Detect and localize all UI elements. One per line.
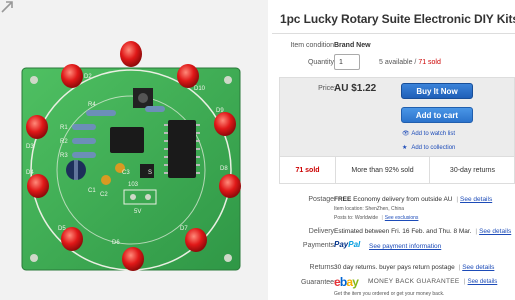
led-d6 [122,247,144,271]
eye-icon: 👁 [402,131,410,137]
add-to-watch-list-link[interactable]: 👁 Add to watch list [402,130,455,137]
condition-label: Item condition: [290,42,336,49]
delivery-text: Estimated between Fri. 16 Feb. and Thu. … [334,228,472,235]
svg-text:C1: C1 [88,188,96,194]
quantity-label: Quantity: [307,59,336,66]
sold-count[interactable]: 71 sold [418,59,441,66]
svg-text:D9: D9 [216,108,224,114]
ic-chip-large [168,120,196,178]
svg-text:R3: R3 [60,153,68,159]
delivery-see-details-link[interactable]: See details [479,228,511,235]
available-count: 5 available / [379,59,417,66]
svg-text:D2: D2 [84,74,92,80]
returns-value: 30 day returns. buyer pays return postag… [334,264,495,271]
money-back-guarantee: MONEY BACK GUARANTEE | See details [368,278,498,285]
postage-see-details-link[interactable]: See details [460,196,492,203]
product-image[interactable]: D2 D10 D3 D4 D5 D6 D7 D8 D9 R1 R2 R3 R4 … [0,0,268,300]
collection-label: Add to collection [411,145,456,151]
postage-free: FREE [334,196,352,203]
svg-text:S: S [148,170,152,176]
condition-value: Brand New [334,42,371,49]
led-d8 [219,174,241,198]
add-to-collection-link[interactable]: ★ Add to collection [402,144,455,151]
guarantee-label: Guarantee: [300,279,336,286]
led-d4 [27,174,49,198]
payments-label: Payments: [302,242,336,249]
led-d2 [61,64,83,88]
pcb-kit-photo: D2 D10 D3 D4 D5 D6 D7 D8 D9 R1 R2 R3 R4 … [21,41,241,271]
expand-arrow-icon[interactable] [0,0,14,14]
led-d7 [185,228,207,252]
price-label: Price: [318,85,336,92]
svg-text:D3: D3 [26,144,34,150]
svg-text:5V: 5V [134,209,141,215]
guarantee-subtext: Get the item you ordered or get your mon… [334,291,445,297]
returns-see-details-link[interactable]: See details [462,264,494,271]
svg-text:D10: D10 [194,86,206,92]
returns-label: Returns: [309,264,336,271]
title-divider [272,33,515,34]
svg-text:C2: C2 [100,192,108,198]
svg-text:C3: C3 [122,170,130,176]
price-value: AU $1.22 [334,83,377,94]
payment-info-link[interactable]: See payment information [369,243,441,250]
svg-text:R4: R4 [88,102,96,108]
availability-text: 5 available / 71 sold [379,59,441,66]
led-d1 [120,41,142,67]
led-d9 [214,112,236,136]
returns-text: 30 day returns. buyer pays return postag… [334,264,455,271]
led-d10 [177,64,199,88]
see-exclusions-link[interactable]: See exclusions [385,215,419,221]
stats-bar: 71 sold More than 92% sold 30-day return… [279,157,515,184]
ic-chip-small [110,127,144,153]
svg-text:D4: D4 [26,170,34,176]
svg-text:D8: D8 [220,166,228,172]
postage-text: Economy delivery from outside AU [353,196,453,203]
paypal-logo: PayPal [334,240,361,249]
delivery-value: Estimated between Fri. 16 Feb. and Thu. … [334,228,512,235]
quantity-input[interactable] [334,54,360,70]
svg-text:D5: D5 [58,226,66,232]
posts-to-row: Posts to: Worldwide | See exclusions [334,215,419,221]
svg-text:R1: R1 [60,125,68,131]
svg-text:D6: D6 [112,240,120,246]
stat-sold: 71 sold [295,167,320,174]
item-location: Item location: ShenZhen, China [334,206,405,212]
postage-label: Postage: [308,196,336,203]
stat-positive: More than 92% sold [335,157,429,184]
svg-text:R2: R2 [60,139,68,145]
svg-text:103: 103 [128,182,139,188]
led-d3 [26,115,48,139]
svg-text:D7: D7 [180,226,188,232]
guarantee-see-details-link[interactable]: See details [468,279,498,285]
postage-value: FREE Economy delivery from outside AU | S… [334,196,493,203]
delivery-label: Delivery: [308,228,336,235]
buy-it-now-button[interactable]: Buy It Now [401,83,473,99]
listing-title: 1pc Lucky Rotary Suite Electronic DIY Ki… [280,12,515,26]
stat-returns: 30-day returns [429,157,515,184]
add-to-cart-button[interactable]: Add to cart [401,107,473,123]
ebay-logo: ebay [334,275,359,289]
watch-list-label: Add to watch list [411,131,456,137]
posts-to: Posts to: Worldwide [334,215,379,221]
star-icon: ★ [402,145,408,151]
